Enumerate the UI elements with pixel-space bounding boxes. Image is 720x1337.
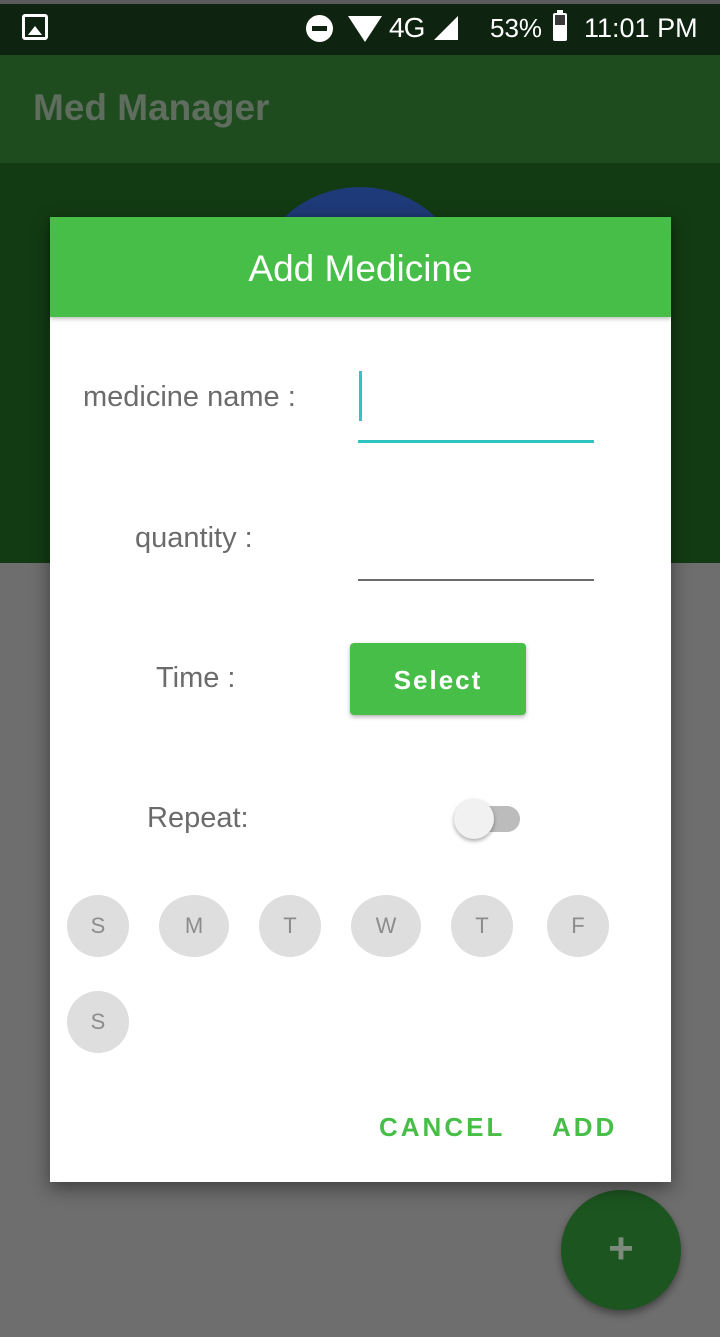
text-cursor [359,371,362,421]
app-bar: Med Manager [0,55,720,163]
dialog-title: Add Medicine [248,248,473,289]
network-type: 4G [389,12,425,43]
repeat-label: Repeat: [147,802,249,834]
toggle-thumb [454,799,494,839]
day-thursday[interactable]: T [451,895,513,957]
day-wednesday[interactable]: W [351,895,421,957]
cell-signal-icon [434,16,458,40]
day-monday[interactable]: M [159,895,229,957]
repeat-toggle[interactable] [454,799,520,839]
clock: 11:01 PM [584,13,698,43]
battery-icon [553,10,567,41]
select-time-button[interactable]: Select [350,643,526,715]
status-bar-edge [0,0,720,4]
cancel-button[interactable]: CANCEL [379,1112,505,1143]
quantity-input[interactable] [358,539,594,581]
wifi-icon [348,16,382,42]
day-saturday[interactable]: S [67,991,129,1053]
day-tuesday[interactable]: T [259,895,321,957]
image-icon [22,14,48,40]
do-not-disturb-icon [306,15,333,42]
time-label: Time : [156,662,236,694]
app-title: Med Manager [33,87,270,128]
status-bar: 4G 53% 11:01 PM [0,0,720,55]
day-friday[interactable]: F [547,895,609,957]
quantity-label: quantity : [135,522,253,554]
dialog-header: Add Medicine [50,217,671,317]
day-sunday[interactable]: S [67,895,129,957]
add-medicine-dialog: Add Medicine medicine name : quantity : … [50,217,671,1182]
add-button[interactable]: ADD [552,1112,617,1143]
medicine-name-label: medicine name : [83,381,296,413]
plus-icon: + [608,1224,634,1273]
medicine-name-input[interactable] [358,371,594,443]
add-medicine-fab[interactable]: + [561,1190,681,1310]
battery-percentage: 53% [490,13,543,43]
